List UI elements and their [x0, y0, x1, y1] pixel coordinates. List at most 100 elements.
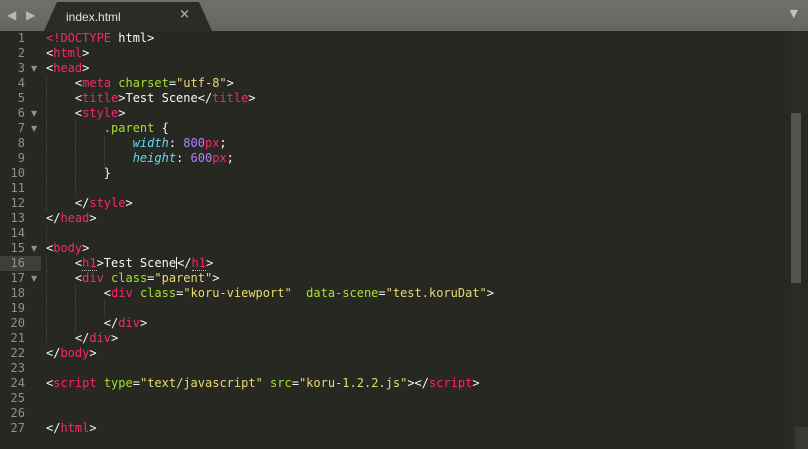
- code-line[interactable]: 5 <title>Test Scene</title>: [0, 91, 808, 106]
- token-tag: script: [429, 376, 473, 390]
- token-num: 600: [190, 151, 213, 165]
- code-line[interactable]: 2 <html>: [0, 46, 808, 61]
- fold-arrow-icon[interactable]: ▼: [31, 271, 37, 286]
- code-text: <h1>Test Scene</h1>: [46, 256, 213, 271]
- fold-arrow-icon[interactable]: ▼: [31, 121, 37, 136]
- code-line[interactable]: 21 </div>: [0, 331, 808, 346]
- tab-index-html[interactable]: index.html ×: [44, 2, 212, 31]
- line-number: 17: [10, 271, 25, 285]
- token-tag: div: [118, 316, 140, 330]
- token-attr: class: [111, 271, 148, 285]
- code-line[interactable]: 17 ▼ <div class="parent">: [0, 271, 808, 286]
- code-line[interactable]: 1 <!DOCTYPE html>: [0, 31, 808, 46]
- code-line[interactable]: 20 </div>: [0, 316, 808, 331]
- line-number: 12: [10, 196, 25, 210]
- token-tag: <!DOCTYPE: [46, 31, 112, 45]
- token-str: "parent": [154, 271, 213, 285]
- code-line[interactable]: 19: [0, 301, 808, 316]
- code-line[interactable]: 25: [0, 391, 808, 406]
- code-line[interactable]: 26: [0, 406, 808, 421]
- code-line[interactable]: 23: [0, 361, 808, 376]
- token-tag: div: [89, 331, 112, 345]
- code-line[interactable]: 27 </html>: [0, 421, 808, 436]
- code-line[interactable]: 12 </style>: [0, 196, 808, 211]
- token-str: "text/javascript": [139, 376, 263, 390]
- code-line[interactable]: 8 width: 800px;: [0, 136, 808, 151]
- code-line[interactable]: 14: [0, 226, 808, 241]
- editor-window: ◀ ▶ index.html × ▼ 1 <!DOCTYPE html> 2 <htm…: [0, 0, 808, 449]
- line-number: 27: [10, 421, 25, 435]
- token-p: [46, 136, 133, 150]
- code-line[interactable]: 24 <script type="text/javascript" src="ko…: [0, 376, 808, 391]
- token-p: [292, 286, 306, 300]
- token-p: :: [176, 151, 191, 165]
- token-p: </: [46, 331, 90, 345]
- code-line[interactable]: 11: [0, 181, 808, 196]
- token-tag: html: [60, 421, 90, 435]
- token-p: >: [89, 421, 97, 435]
- code-line[interactable]: 3 ▼ <head>: [0, 61, 808, 76]
- line-number: 23: [10, 361, 25, 375]
- token-num: 800: [183, 136, 205, 150]
- token-p: >: [111, 331, 119, 345]
- token-sel: .parent: [103, 121, 155, 135]
- code-lines: 1 <!DOCTYPE html> 2 <html> 3 ▼ <head> 4 <meta c…: [0, 31, 808, 436]
- token-tagu: h1: [82, 256, 97, 271]
- token-p: [46, 121, 104, 135]
- code-line[interactable]: 4 <meta charset="utf-8">: [0, 76, 808, 91]
- token-p: >: [89, 346, 97, 360]
- fold-arrow-icon[interactable]: ▼: [31, 106, 37, 121]
- code-line[interactable]: 22 </body>: [0, 346, 808, 361]
- code-text: <style>: [46, 106, 126, 121]
- line-number: 4: [17, 76, 25, 90]
- token-p: =: [132, 376, 140, 390]
- close-icon[interactable]: ×: [179, 7, 190, 22]
- token-p: :: [168, 136, 184, 150]
- code-editor[interactable]: 1 <!DOCTYPE html> 2 <html> 3 ▼ <head> 4 <meta c…: [0, 31, 808, 449]
- token-prop: height: [132, 151, 177, 165]
- code-text: <html>: [46, 46, 89, 61]
- code-line[interactable]: 16 <h1>Test Scene</h1>: [0, 256, 808, 271]
- token-p: [104, 271, 111, 285]
- fold-arrow-icon[interactable]: ▼: [31, 241, 37, 256]
- token-p: >: [226, 76, 234, 90]
- token-attr: src: [270, 376, 292, 390]
- token-p: =: [291, 376, 299, 390]
- token-prop: width: [132, 136, 169, 150]
- code-line[interactable]: 10 }: [0, 166, 808, 181]
- token-p: >Test Scene</: [118, 91, 213, 105]
- token-p: >: [82, 46, 90, 60]
- next-tab-icon[interactable]: ▶: [26, 8, 37, 22]
- line-number: 20: [10, 316, 25, 330]
- token-p: >: [125, 196, 133, 210]
- token-attr: type: [103, 376, 133, 390]
- code-text: <body>: [46, 241, 89, 256]
- overflow-menu-icon[interactable]: ▼: [790, 7, 798, 20]
- indent-guide: [74, 301, 76, 316]
- line-number: 9: [17, 151, 25, 165]
- code-line[interactable]: 9 height: 600px;: [0, 151, 808, 166]
- token-unit: px: [212, 151, 227, 165]
- token-p: =: [168, 76, 177, 90]
- token-str: "test.koruDat": [385, 286, 487, 300]
- code-line[interactable]: 7 ▼ .parent {: [0, 121, 808, 136]
- vertical-scrollbar-thumb[interactable]: [791, 113, 801, 283]
- code-line[interactable]: 15 ▼ <body>: [0, 241, 808, 256]
- code-text: </div>: [46, 331, 118, 346]
- token-str: "koru-1.2.2.js": [298, 376, 408, 390]
- line-number: 26: [10, 406, 25, 420]
- prev-tab-icon[interactable]: ◀: [7, 8, 18, 22]
- code-line[interactable]: 13 </head>: [0, 211, 808, 226]
- code-text: .parent {: [46, 121, 169, 136]
- token-p: <: [46, 271, 83, 285]
- token-p: </: [46, 346, 61, 360]
- code-line[interactable]: 18 <div class = "koru-viewport" data-scene…: [0, 286, 808, 301]
- token-str: "koru-viewport": [183, 286, 292, 300]
- code-line[interactable]: 6 ▼ <style>: [0, 106, 808, 121]
- code-text: </div>: [46, 316, 147, 331]
- fold-arrow-icon[interactable]: ▼: [31, 61, 37, 76]
- line-number: 24: [10, 376, 25, 390]
- token-p: >: [82, 241, 90, 255]
- code-text: height: 600px;: [46, 151, 234, 166]
- line-number: 3: [17, 61, 25, 75]
